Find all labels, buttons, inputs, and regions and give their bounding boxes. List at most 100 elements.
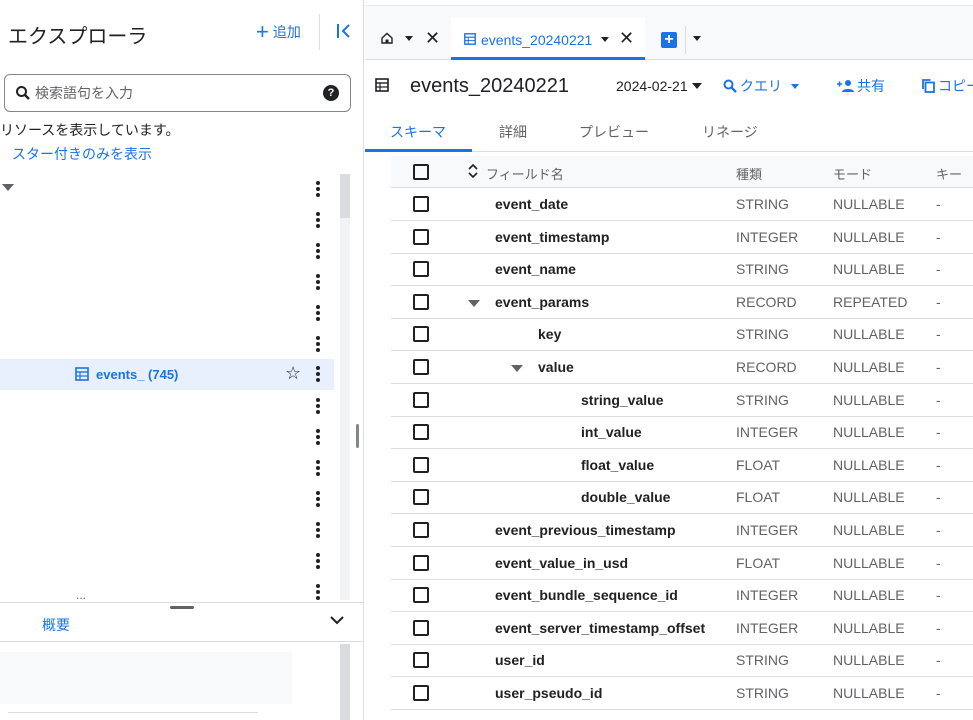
- add-label: 追加: [272, 24, 301, 40]
- more-options-icon[interactable]: [316, 305, 322, 323]
- tree-row[interactable]: [0, 453, 334, 484]
- schema-row[interactable]: event_bundle_sequence_id INTEGER NULLABLE -: [391, 579, 973, 613]
- tree-scrollbar[interactable]: [340, 174, 350, 600]
- summary-scrollbar-thumb[interactable]: [340, 644, 350, 720]
- tab-preview[interactable]: プレビュー: [579, 122, 649, 142]
- close-tab-icon[interactable]: ✕: [619, 28, 634, 49]
- row-checkbox[interactable]: [413, 424, 429, 441]
- more-options-icon[interactable]: [316, 522, 322, 540]
- row-checkbox[interactable]: [413, 196, 429, 212]
- tree-row[interactable]: [0, 515, 334, 546]
- tree-row[interactable]: [0, 484, 334, 515]
- more-options-icon[interactable]: [316, 181, 322, 199]
- schema-row[interactable]: event_server_timestamp_offset INTEGER NULL…: [391, 612, 973, 645]
- more-options-icon[interactable]: [316, 366, 322, 384]
- add-button[interactable]: + 追加: [256, 21, 301, 43]
- tree-scrollbar-thumb[interactable]: [340, 174, 350, 218]
- row-checkbox[interactable]: [413, 228, 429, 245]
- tab-events-table[interactable]: events_20240221 ✕: [451, 18, 645, 60]
- row-checkbox[interactable]: [413, 522, 429, 538]
- new-tab-button[interactable]: +: [661, 32, 677, 48]
- schema-row[interactable]: event_value_in_usd FLOAT NULLABLE -: [391, 547, 973, 580]
- row-checkbox[interactable]: [413, 456, 429, 473]
- show-starred-only-link[interactable]: スター付きのみを表示: [12, 144, 152, 164]
- more-options-icon[interactable]: [316, 212, 322, 230]
- schema-row[interactable]: event_date STRING NULLABLE -: [391, 188, 973, 221]
- more-options-icon[interactable]: [316, 274, 322, 292]
- row-checkbox[interactable]: [413, 326, 429, 343]
- more-options-icon[interactable]: [316, 460, 322, 478]
- panel-resize-handle[interactable]: [356, 424, 359, 448]
- tree-row-events-table[interactable]: events_ (745) ☆: [0, 359, 334, 390]
- row-checkbox[interactable]: [413, 587, 429, 604]
- tree-row[interactable]: [0, 205, 334, 236]
- schema-row[interactable]: event_params RECORD REPEATED -: [391, 286, 973, 319]
- more-options-icon[interactable]: [316, 429, 322, 447]
- more-options-icon[interactable]: [316, 584, 322, 602]
- tree-row[interactable]: [0, 391, 334, 422]
- share-button[interactable]: 共有: [837, 76, 885, 96]
- schema-row[interactable]: value RECORD NULLABLE -: [391, 351, 973, 384]
- select-all-checkbox[interactable]: [413, 164, 429, 180]
- tree-row[interactable]: [0, 329, 334, 360]
- new-tab-dropdown-icon[interactable]: [693, 36, 701, 41]
- more-options-icon[interactable]: [316, 553, 322, 571]
- collapse-panel-button[interactable]: [336, 24, 352, 43]
- row-checkbox[interactable]: [413, 293, 429, 310]
- row-checkbox[interactable]: [413, 619, 429, 636]
- help-icon[interactable]: ?: [323, 85, 339, 101]
- expand-caret-icon[interactable]: [468, 299, 480, 307]
- row-checkbox[interactable]: [413, 685, 429, 701]
- schema-row[interactable]: user_id STRING NULLABLE -: [391, 644, 973, 678]
- tab-details[interactable]: 詳細: [499, 122, 527, 142]
- query-button[interactable]: クエリ: [723, 76, 799, 96]
- schema-row[interactable]: event_name STRING NULLABLE -: [391, 253, 973, 287]
- expand-caret-icon[interactable]: [511, 365, 523, 372]
- tree-row[interactable]: [0, 422, 334, 453]
- tab-lineage[interactable]: リネージ: [702, 122, 758, 142]
- row-checkbox[interactable]: [413, 554, 429, 571]
- tree-row[interactable]: [0, 236, 334, 267]
- more-options-icon[interactable]: [316, 336, 322, 354]
- drag-handle[interactable]: [170, 606, 194, 609]
- schema-row[interactable]: event_previous_timestamp INTEGER NULLABLE -: [391, 514, 973, 547]
- star-icon[interactable]: ☆: [285, 363, 301, 384]
- row-checkbox[interactable]: [413, 391, 429, 408]
- schema-row[interactable]: key STRING NULLABLE -: [391, 318, 973, 352]
- row-checkbox[interactable]: [413, 261, 429, 278]
- tree-row[interactable]: [0, 546, 334, 577]
- schema-row[interactable]: string_value STRING NULLABLE -: [391, 384, 973, 417]
- sort-icon[interactable]: [468, 163, 478, 179]
- tree-row[interactable]: [0, 577, 334, 602]
- schema-row[interactable]: event_timestamp INTEGER NULLABLE -: [391, 221, 973, 254]
- schema-row[interactable]: user_pseudo_id STRING NULLABLE -: [391, 677, 973, 710]
- date-dropdown-icon[interactable]: [692, 83, 702, 89]
- field-name-header[interactable]: フィールド名: [486, 164, 564, 183]
- explorer-panel: エクスプローラ + 追加 ? リソースを表示しています。 スター付きのみを表示 …: [0, 0, 364, 720]
- schema-row[interactable]: double_value FLOAT NULLABLE -: [391, 481, 973, 515]
- field-key: -: [936, 489, 941, 506]
- row-checkbox[interactable]: [413, 359, 429, 375]
- tree-row[interactable]: [0, 267, 334, 298]
- close-icon[interactable]: ✕: [425, 28, 440, 49]
- row-checkbox[interactable]: [413, 489, 429, 506]
- search-input[interactable]: [35, 83, 305, 103]
- home-dropdown-icon[interactable]: [405, 36, 413, 41]
- more-options-icon[interactable]: [316, 243, 322, 261]
- date-select[interactable]: 2024-02-21: [616, 78, 688, 94]
- expand-caret-icon[interactable]: [2, 184, 14, 191]
- schema-row[interactable]: float_value FLOAT NULLABLE -: [391, 449, 973, 482]
- tree-row[interactable]: [0, 298, 334, 329]
- summary-panel-header[interactable]: 概要: [0, 602, 364, 642]
- explorer-title: エクスプローラ: [8, 26, 148, 48]
- more-options-icon[interactable]: [316, 398, 322, 416]
- row-checkbox[interactable]: [413, 652, 429, 669]
- copy-button[interactable]: コピー: [922, 76, 973, 96]
- tree-row[interactable]: [0, 174, 334, 205]
- home-icon[interactable]: [381, 32, 393, 44]
- chevron-down-icon[interactable]: [330, 615, 344, 625]
- tab-schema[interactable]: スキーマ: [390, 122, 446, 142]
- tab-dropdown-icon[interactable]: [601, 37, 609, 42]
- schema-row[interactable]: int_value INTEGER NULLABLE -: [391, 416, 973, 450]
- more-options-icon[interactable]: [316, 491, 322, 509]
